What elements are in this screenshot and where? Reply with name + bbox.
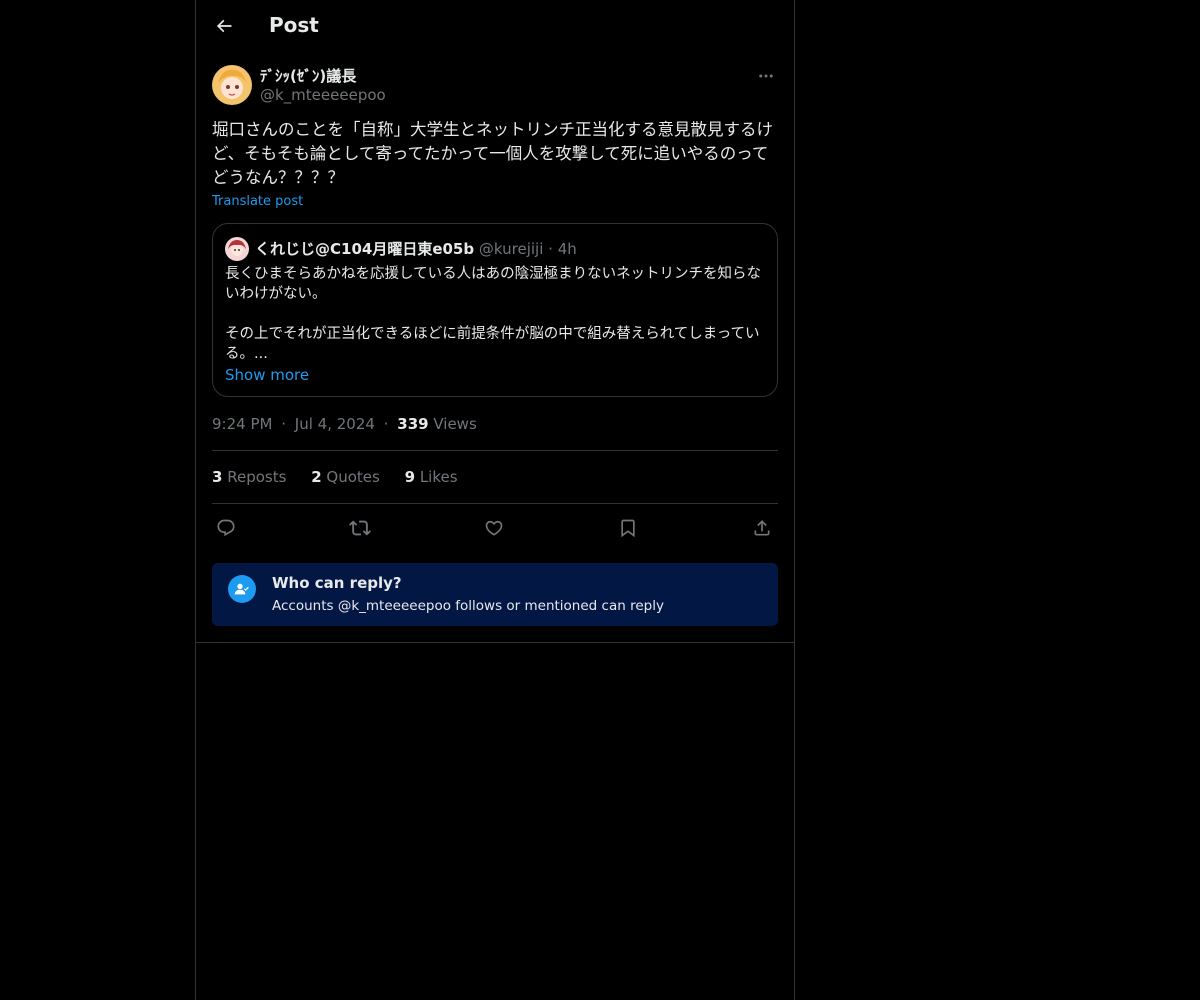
quoted-header: くれじじ@C104月曜日東e05b @kurejiji · 4h (255, 238, 577, 259)
quoted-avatar-image (225, 237, 249, 261)
reply-button[interactable] (212, 514, 240, 542)
post-actions (212, 514, 778, 542)
repost-button[interactable] (346, 514, 374, 542)
translate-post-link[interactable]: Translate post (212, 194, 303, 209)
quotes-label: Quotes (326, 468, 380, 486)
quoted-separator: · (548, 240, 553, 258)
share-button[interactable] (748, 514, 776, 542)
avatar-image (212, 65, 252, 105)
author-avatar[interactable] (212, 65, 252, 105)
user-check-icon (234, 583, 249, 595)
quotes-count: 2 (311, 468, 322, 486)
author-handle[interactable]: @k_mteeeeepoo (260, 86, 386, 104)
post-header: Post (196, 0, 794, 54)
post-meta: 9:24 PM · Jul 4, 2024 · 339 Views (212, 415, 477, 433)
bookmark-icon (621, 519, 635, 538)
author-name[interactable]: ﾃﾞｼｯ(ｾﾞﾝ)議長 (260, 65, 356, 86)
quotes-stat[interactable]: 2 Quotes (311, 468, 380, 486)
show-more-link[interactable]: Show more (225, 366, 309, 384)
repost-icon (349, 520, 371, 536)
post-date[interactable]: Jul 4, 2024 (295, 415, 375, 433)
reposts-count: 3 (212, 468, 223, 486)
quoted-author-name: くれじじ@C104月曜日東e05b (255, 240, 475, 258)
quoted-post[interactable]: くれじじ@C104月曜日東e05b @kurejiji · 4h 長くひまそらあ… (212, 223, 778, 397)
meta-separator: · (281, 415, 287, 433)
quoted-text: 長くひまそらあかねを応援している人はあの陰湿極まりないネットリンチを知らないわけ… (225, 266, 762, 362)
who-can-reply-title: Who can reply? (272, 574, 402, 592)
meta-separator: · (383, 415, 389, 433)
quoted-author-avatar (225, 237, 249, 261)
post-column: Post ﾃﾞｼｯ(ｾﾞﾝ)議長 @k_mteeeeepoo 堀口さんのことを「… (195, 0, 795, 1000)
likes-count: 9 (404, 468, 416, 486)
post-stats: 3 Reposts 2 Quotes 9 Likes (212, 468, 478, 486)
bookmark-button[interactable] (614, 514, 642, 542)
more-dots-icon (759, 74, 773, 78)
reply-icon (217, 519, 235, 537)
more-options-button[interactable] (754, 64, 778, 88)
like-icon (485, 520, 503, 536)
back-button[interactable] (210, 12, 238, 40)
quoted-time: 4h (557, 240, 577, 258)
divider (212, 450, 778, 451)
like-button[interactable] (480, 514, 508, 542)
back-arrow-icon (216, 19, 232, 33)
views-label: Views (433, 415, 477, 433)
reposts-stat[interactable]: 3 Reposts (212, 468, 286, 486)
quoted-author-handle: @kurejiji (478, 240, 544, 258)
page-title: Post (269, 13, 319, 37)
share-icon (754, 520, 770, 536)
post-time[interactable]: 9:24 PM (212, 415, 272, 433)
mention-user-icon (228, 575, 256, 603)
views-count: 339 (397, 415, 429, 433)
post-text: 堀口さんのことを「自称」大学生とネットリンチ正当化する意見散見するけど、そもそも… (212, 120, 773, 187)
who-can-reply-banner: Who can reply? Accounts @k_mteeeeepoo fo… (212, 563, 778, 626)
who-can-reply-subtitle: Accounts @k_mteeeeepoo follows or mentio… (272, 598, 664, 614)
likes-label: Likes (419, 468, 458, 486)
divider (196, 642, 794, 643)
reposts-label: Reposts (227, 468, 287, 486)
post-author: ﾃﾞｼｯ(ｾﾞﾝ)議長 @k_mteeeeepoo (212, 64, 778, 108)
divider (212, 503, 778, 504)
likes-stat[interactable]: 9 Likes (405, 468, 458, 486)
